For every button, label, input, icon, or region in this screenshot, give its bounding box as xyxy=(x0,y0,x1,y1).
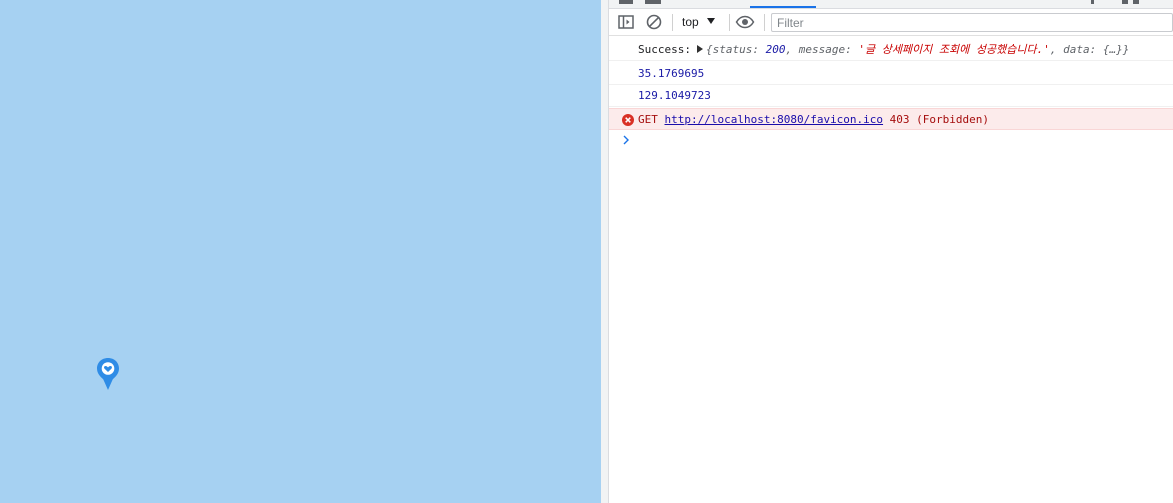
prompt-chevron-icon[interactable] xyxy=(621,134,631,146)
filter-input[interactable] xyxy=(771,13,1173,32)
tab-icon-fragment[interactable] xyxy=(645,0,661,4)
context-selector[interactable]: top xyxy=(677,13,723,31)
context-label: top xyxy=(682,15,699,29)
console-log-error: GET http://localhost:8080/favicon.ico 40… xyxy=(609,108,1173,130)
dropdown-arrow-icon xyxy=(707,18,715,24)
devtools-panel: top Success: {status: 200, message: '글 상세… xyxy=(609,0,1173,503)
obj-separator: , xyxy=(785,43,793,56)
longitude-value: 129.1049723 xyxy=(638,89,711,102)
clear-console-icon[interactable] xyxy=(645,13,663,31)
expand-triangle-icon[interactable] xyxy=(696,45,703,53)
message-value: '글 상세페이지 조회에 성공했습니다.' xyxy=(858,43,1050,56)
message-key: message: xyxy=(798,43,852,56)
toolbar-separator xyxy=(729,14,730,31)
console-log-latitude: 35.1769695 xyxy=(609,63,1173,85)
latitude-value: 35.1769695 xyxy=(638,67,705,80)
tab-fragment xyxy=(1091,0,1094,4)
obj-open-brace: { xyxy=(705,43,713,56)
status-value: 200 xyxy=(765,43,786,56)
tab-icon-fragment[interactable] xyxy=(619,0,633,4)
tab-console-active[interactable] xyxy=(750,6,816,8)
error-icon xyxy=(622,114,634,126)
live-expression-eye-icon[interactable] xyxy=(735,13,755,31)
map-marker-icon[interactable] xyxy=(96,357,120,391)
data-key: data: xyxy=(1063,43,1097,56)
console-log-longitude: 129.1049723 xyxy=(609,85,1173,107)
devtools-tabstrip xyxy=(609,0,1173,9)
panel-resizer[interactable] xyxy=(601,0,609,503)
obj-close-brace: } xyxy=(1122,43,1130,56)
data-value: {…} xyxy=(1102,43,1123,56)
error-status: 403 (Forbidden) xyxy=(889,113,990,126)
log-label: Success: xyxy=(638,43,691,56)
obj-separator: , xyxy=(1049,43,1057,56)
map-area[interactable] xyxy=(0,0,601,503)
tab-fragment xyxy=(1122,0,1128,4)
toolbar-separator xyxy=(764,14,765,31)
console-toolbar: top xyxy=(609,9,1173,36)
error-method: GET xyxy=(638,113,658,126)
status-key: status: xyxy=(712,43,759,56)
sidebar-toggle-icon[interactable] xyxy=(617,13,635,31)
error-url-link[interactable]: http://localhost:8080/favicon.ico xyxy=(665,113,884,126)
toolbar-separator xyxy=(672,14,673,31)
tab-fragment xyxy=(1133,0,1139,4)
console-log-success[interactable]: Success: {status: 200, message: '글 상세페이지 … xyxy=(609,39,1173,61)
